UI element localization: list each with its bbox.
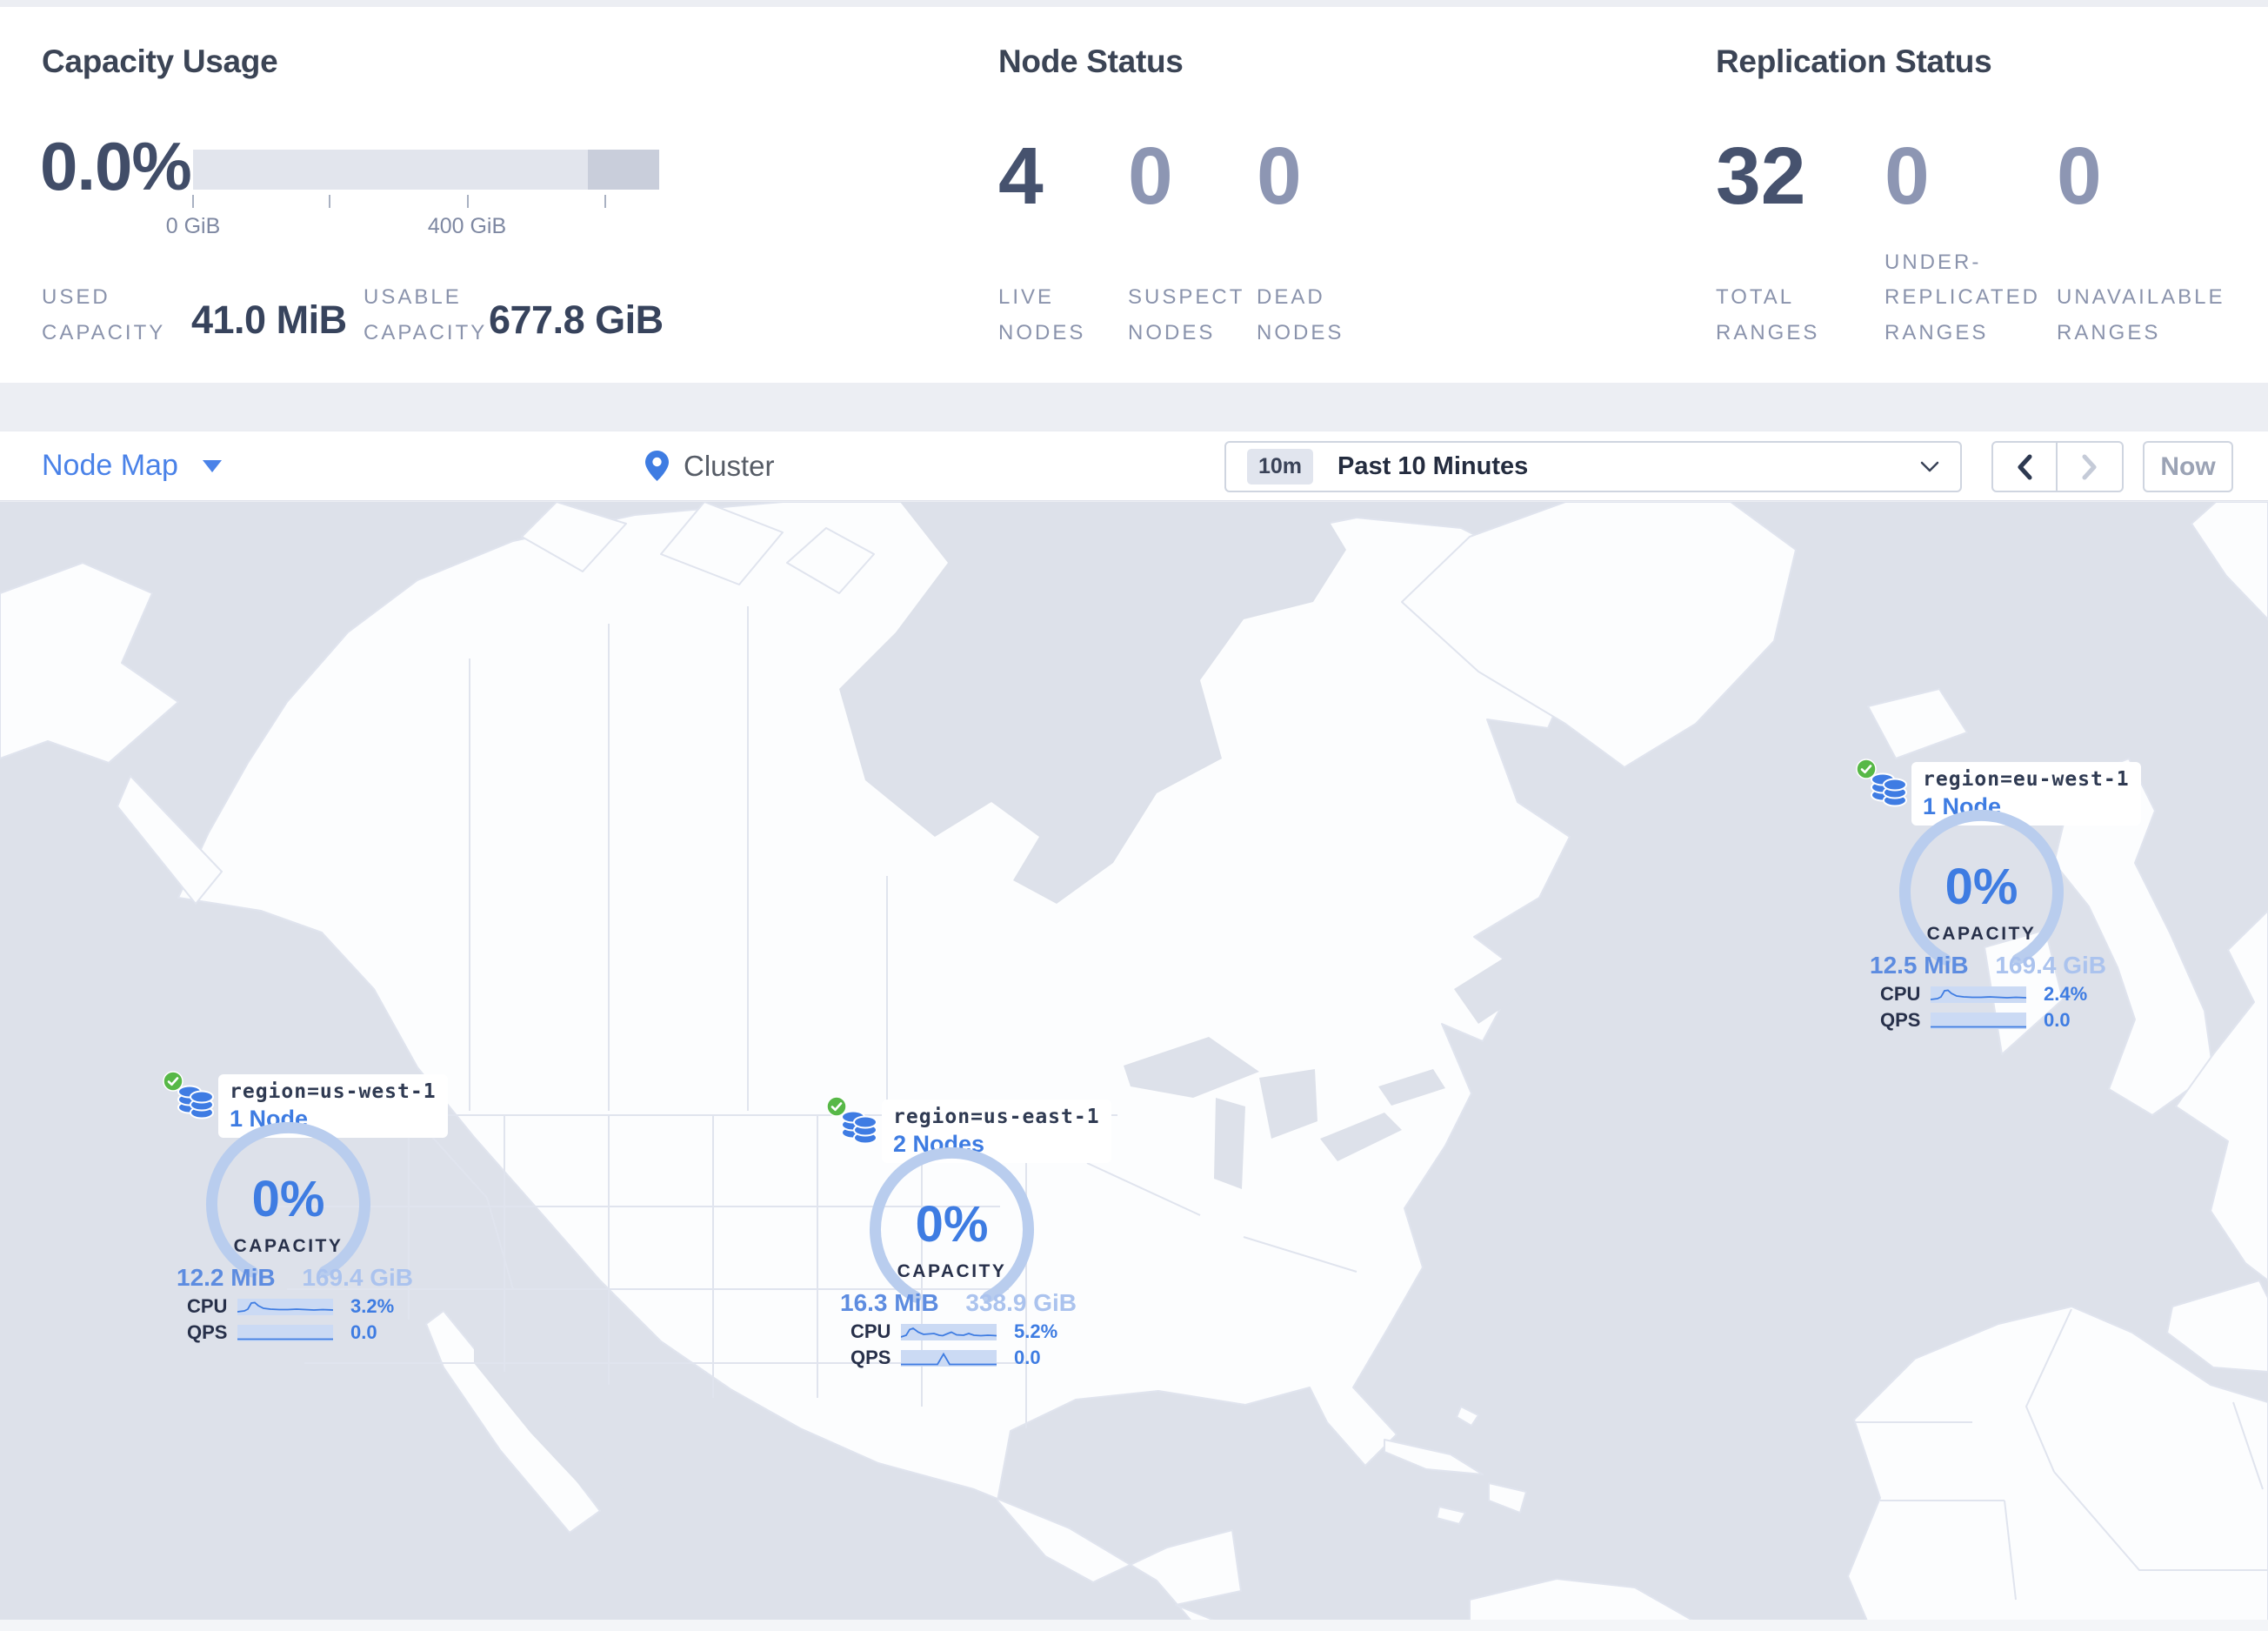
capacity-usage-row: 12.5 MiB 169.4 GiB [1870, 952, 2106, 979]
region-usable-capacity: 169.4 GiB [302, 1264, 413, 1291]
database-icon [1871, 772, 1907, 807]
chevron-down-icon [1920, 461, 1939, 472]
cpu-label: CPU [850, 1320, 891, 1342]
node-map: region=us-west-1 1 Node 0% CAPACITY 12.2… [0, 502, 2268, 1631]
live-nodes-label: LIVE NODES [998, 285, 1086, 345]
region-used-capacity: 12.5 MiB [1870, 952, 1969, 979]
capacity-axis-label: 400 GiB [427, 214, 507, 238]
chevron-left-icon [2018, 454, 2032, 479]
qps-value: 0.0 [2044, 1009, 2071, 1031]
unavailable-ranges-label: UNAVAILABLE RANGES [2057, 285, 2225, 345]
capacity-gauge-percent: 0% [915, 1196, 989, 1253]
time-window-badge: 10m [1247, 449, 1314, 485]
capacity-axis-tick [192, 195, 194, 208]
cpu-metric-row: CPU 3.2% [187, 1295, 413, 1317]
cpu-value: 2.4% [2044, 983, 2088, 1005]
qps-label: QPS [1880, 1009, 1921, 1031]
live-nodes-count: 4 [998, 130, 1044, 221]
under-replicated-ranges-count: 0 [1884, 130, 1930, 221]
cpu-sparkline [1931, 986, 2026, 1003]
suspect-nodes-label: SUSPECT NODES [1128, 285, 1244, 345]
time-pager [1991, 441, 2124, 492]
cpu-metric-row: CPU 5.2% [850, 1320, 1077, 1342]
database-icon [177, 1085, 214, 1120]
qps-metric-row: QPS 0.0 [850, 1347, 1077, 1368]
cluster-summary-panel: Capacity Usage 0.0% 0 GiB 400 GiB USED C… [0, 7, 2268, 383]
capacity-gauge-label: CAPACITY [1926, 924, 2037, 944]
unavailable-ranges-count: 0 [2057, 130, 2102, 221]
map-toolbar: Node Map Cluster 10m Past 10 Minutes Now [0, 431, 2268, 501]
qps-metric-row: QPS 0.0 [187, 1321, 413, 1343]
qps-value: 0.0 [1014, 1347, 1041, 1368]
total-ranges-label: TOTAL RANGES [1716, 285, 1820, 345]
region-used-capacity: 12.2 MiB [177, 1264, 276, 1291]
region-marker-eu-west-1[interactable]: region=eu-west-1 1 Node 0% CAPACITY 12.5… [1856, 759, 2141, 1039]
capacity-usage-row: 16.3 MiB 338.9 GiB [840, 1289, 1077, 1317]
lake-michigan [1214, 1098, 1245, 1189]
bottom-strip [0, 1620, 2268, 1631]
total-ranges-count: 32 [1716, 130, 1806, 221]
capacity-axis-label: 0 GiB [165, 214, 221, 238]
region-name: region=eu-west-1 [1923, 768, 2130, 791]
replication-status-title: Replication Status [1716, 43, 1992, 79]
qps-sparkline [237, 1325, 333, 1341]
capacity-gauge-label: CAPACITY [233, 1236, 344, 1256]
region-usable-capacity: 338.9 GiB [965, 1289, 1077, 1316]
region-name: region=us-west-1 [230, 1080, 437, 1103]
qps-sparkline [901, 1350, 997, 1367]
qps-label: QPS [187, 1321, 228, 1343]
map-pin-icon [645, 451, 669, 481]
region-usable-capacity: 169.4 GiB [1995, 952, 2106, 979]
node-status-title: Node Status [998, 43, 1184, 79]
usable-capacity-value: 677.8 GiB [489, 297, 664, 342]
capacity-usage-title: Capacity Usage [42, 43, 278, 79]
world-map [0, 502, 2268, 1631]
qps-label: QPS [850, 1347, 891, 1368]
breadcrumb-cluster[interactable]: Cluster [645, 431, 775, 500]
suspect-nodes-count: 0 [1128, 130, 1173, 221]
breadcrumb-label: Cluster [684, 449, 775, 482]
used-capacity-value: 41.0 MiB [191, 297, 347, 342]
cpu-value: 5.2% [1014, 1320, 1058, 1342]
usable-capacity-label: USABLE CAPACITY [364, 285, 488, 345]
time-back-button[interactable] [1993, 443, 2058, 491]
qps-value: 0.0 [350, 1321, 377, 1343]
capacity-axis-tick [467, 195, 469, 208]
caret-down-icon [202, 459, 222, 472]
capacity-usage-row: 12.2 MiB 169.4 GiB [177, 1264, 413, 1292]
capacity-gauge-label: CAPACITY [897, 1261, 1007, 1281]
cpu-label: CPU [1880, 983, 1921, 1005]
time-forward-button[interactable] [2058, 443, 2122, 491]
cpu-sparkline [901, 1324, 997, 1340]
capacity-gauge-percent: 0% [1944, 859, 2018, 915]
region-used-capacity: 16.3 MiB [840, 1289, 939, 1316]
capacity-axis-tick [604, 195, 606, 208]
dead-nodes-count: 0 [1257, 130, 1302, 221]
capacity-axis-tick [329, 195, 330, 208]
capacity-usage-percent: 0.0% [40, 128, 192, 204]
cpu-sparkline [237, 1299, 333, 1315]
region-name: region=us-east-1 [893, 1106, 1100, 1128]
database-icon [841, 1110, 877, 1145]
qps-sparkline [1931, 1013, 2026, 1029]
cpu-label: CPU [187, 1295, 228, 1317]
region-marker-us-west-1[interactable]: region=us-west-1 1 Node 0% CAPACITY 12.2… [163, 1071, 448, 1351]
used-capacity-label: USED CAPACITY [42, 285, 166, 345]
cpu-metric-row: CPU 2.4% [1880, 983, 2106, 1005]
dead-nodes-label: DEAD NODES [1257, 285, 1344, 345]
capacity-gauge-percent: 0% [251, 1171, 325, 1227]
region-marker-us-east-1[interactable]: region=us-east-1 2 Nodes 0% CAPACITY 16.… [826, 1096, 1111, 1376]
under-replicated-ranges-label: UNDER-REPLICATED RANGES [1884, 250, 2040, 345]
view-selector-label: Node Map [42, 449, 178, 482]
capacity-usage-bar [193, 150, 659, 190]
view-selector-dropdown[interactable]: Node Map [42, 431, 222, 500]
chevron-right-icon [2082, 454, 2097, 479]
qps-metric-row: QPS 0.0 [1880, 1009, 2106, 1031]
time-window-label: Past 10 Minutes [1337, 452, 1529, 480]
time-window-dropdown[interactable]: 10m Past 10 Minutes [1224, 441, 1962, 492]
cpu-value: 3.2% [350, 1295, 395, 1317]
capacity-bar-reserved-segment [588, 150, 659, 190]
now-button[interactable]: Now [2143, 441, 2233, 492]
